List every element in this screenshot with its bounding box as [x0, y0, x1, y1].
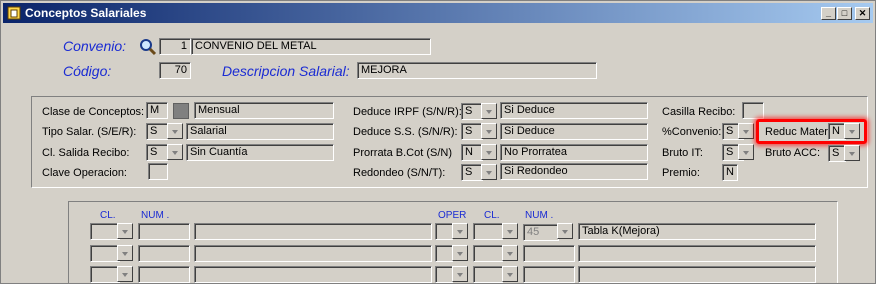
grid-row-num1-field[interactable] — [138, 245, 190, 262]
grid-row-cl2-dropdown[interactable] — [502, 245, 518, 261]
grid-row-oper-dropdown[interactable] — [452, 266, 468, 282]
irpf-label: Deduce IRPF (S/N/R): — [353, 106, 462, 118]
ss-label: Deduce S.S. (S/N/R): — [353, 126, 458, 138]
grid-row-cl1-field[interactable] — [90, 245, 120, 262]
salida-dropdown-button[interactable] — [167, 144, 183, 160]
window-title: Conceptos Salariales — [25, 6, 147, 20]
clase-code-field[interactable]: M — [146, 102, 168, 119]
casilla-label: Casilla Recibo: — [662, 106, 736, 118]
grid-row-num1-field[interactable] — [138, 266, 190, 283]
irpf-code-field[interactable]: S — [461, 103, 483, 120]
grid-header-cl2: CL. — [484, 210, 500, 221]
grid-row-oper-dropdown[interactable] — [452, 223, 468, 239]
tipo-label: Tipo Salar. (S/E/R): — [42, 126, 137, 138]
tipo-value-field: Salarial — [186, 123, 334, 140]
grid-row-num2-field[interactable]: 45 — [523, 224, 559, 241]
salida-code-field[interactable]: S — [146, 144, 168, 161]
clase-label: Clase de Conceptos: — [42, 106, 145, 118]
grid-row-num2-dropdown[interactable] — [557, 223, 573, 239]
bruto-it-label: Bruto IT: — [662, 147, 703, 159]
prorrata-code-field[interactable]: N — [461, 144, 483, 161]
grid-row-cl1-field[interactable] — [90, 223, 120, 240]
grid-row-cl1-dropdown[interactable] — [117, 266, 133, 282]
reduc-mater-label: Reduc Mater — [765, 126, 828, 138]
premio-code-field[interactable]: N — [722, 164, 738, 181]
tipo-dropdown-button[interactable] — [167, 123, 183, 139]
title-bar: Conceptos Salariales _ □ ✕ — [3, 3, 873, 23]
grid-row-desc-field — [194, 266, 432, 283]
ss-value-field: Si Deduce — [500, 123, 648, 140]
ss-dropdown-button[interactable] — [481, 123, 497, 139]
clase-value-field: Mensual — [194, 102, 334, 119]
codigo-label: Código: — [63, 63, 112, 79]
redondeo-label: Redondeo (S/N/T): — [353, 167, 446, 179]
grid-row-cl2-field[interactable] — [473, 245, 503, 262]
descripcion-field[interactable]: MEJORA — [357, 62, 597, 79]
grid-row-cl1-field[interactable] — [90, 266, 120, 283]
grid-row-cl1-dropdown[interactable] — [117, 245, 133, 261]
codigo-field[interactable]: 70 — [159, 62, 191, 79]
app-icon — [7, 6, 21, 20]
grid-row-num2-field[interactable] — [523, 245, 575, 262]
bruto-acc-label: Bruto ACC: — [765, 147, 821, 159]
salida-label: Cl. Salida Recibo: — [42, 147, 130, 159]
grid-row-oper-field[interactable] — [435, 245, 453, 262]
grid-row-cl1-dropdown[interactable] — [117, 223, 133, 239]
maximize-button[interactable]: □ — [837, 7, 852, 20]
redondeo-dropdown-button[interactable] — [481, 164, 497, 180]
grid-row-cl2-field[interactable] — [473, 223, 503, 240]
irpf-dropdown-button[interactable] — [481, 103, 497, 119]
grid-row-text-field: Tabla K(Mejora) — [578, 223, 816, 240]
grid-row-text-field — [578, 266, 816, 283]
convenio-pct-dropdown-button[interactable] — [738, 123, 754, 139]
grid-row-num1-field[interactable] — [138, 223, 190, 240]
clase-color-swatch — [173, 103, 189, 119]
grid-row-num2-field[interactable] — [523, 266, 575, 283]
grid-row-oper-dropdown[interactable] — [452, 245, 468, 261]
convenio-code-field[interactable]: 1 — [159, 38, 191, 55]
close-button[interactable]: ✕ — [855, 7, 870, 20]
convenio-name-field: CONVENIO DEL METAL — [191, 38, 431, 55]
grid-header-oper: OPER — [438, 210, 467, 221]
irpf-value-field: Si Deduce — [500, 102, 648, 119]
grid-header-cl: CL. — [100, 210, 116, 221]
conceptos-salariales-window: Conceptos Salariales _ □ ✕ Convenio: 1 C… — [0, 0, 876, 284]
grid-row-cl2-dropdown[interactable] — [502, 266, 518, 282]
redondeo-value-field: Si Redondeo — [500, 163, 648, 180]
grid-row-text-field — [578, 245, 816, 262]
prorrata-value-field: No Prorratea — [500, 144, 648, 161]
premio-label: Premio: — [662, 167, 700, 179]
grid-row-cl2-dropdown[interactable] — [502, 223, 518, 239]
minimize-button[interactable]: _ — [821, 7, 836, 20]
bruto-acc-dropdown-button[interactable] — [844, 145, 860, 161]
clave-label: Clave Operacion: — [42, 167, 127, 179]
grid-row-oper-field[interactable] — [435, 223, 453, 240]
descripcion-label: Descripcion Salarial: — [222, 63, 350, 79]
grid-header-num2: NUM . — [525, 210, 554, 221]
bruto-it-dropdown-button[interactable] — [738, 144, 754, 160]
casilla-field[interactable] — [742, 102, 764, 119]
prorrata-label: Prorrata B.Cot (S/N) — [353, 147, 453, 159]
reduc-mater-dropdown-button[interactable] — [844, 123, 860, 139]
tipo-code-field[interactable]: S — [146, 123, 168, 140]
grid-row-desc-field — [194, 223, 432, 240]
salida-value-field: Sin Cuantía — [186, 144, 334, 161]
convenio-label: Convenio: — [63, 38, 127, 54]
grid-header-num: NUM . — [141, 210, 170, 221]
magnifier-icon[interactable] — [139, 38, 157, 56]
grid-row-oper-field[interactable] — [435, 266, 453, 283]
ss-code-field[interactable]: S — [461, 123, 483, 140]
prorrata-dropdown-button[interactable] — [481, 144, 497, 160]
grid-row-cl2-field[interactable] — [473, 266, 503, 283]
redondeo-code-field[interactable]: S — [461, 164, 483, 181]
clave-field[interactable] — [148, 163, 168, 180]
convenio-pct-label: %Convenio: — [662, 126, 722, 138]
grid-row-desc-field — [194, 245, 432, 262]
